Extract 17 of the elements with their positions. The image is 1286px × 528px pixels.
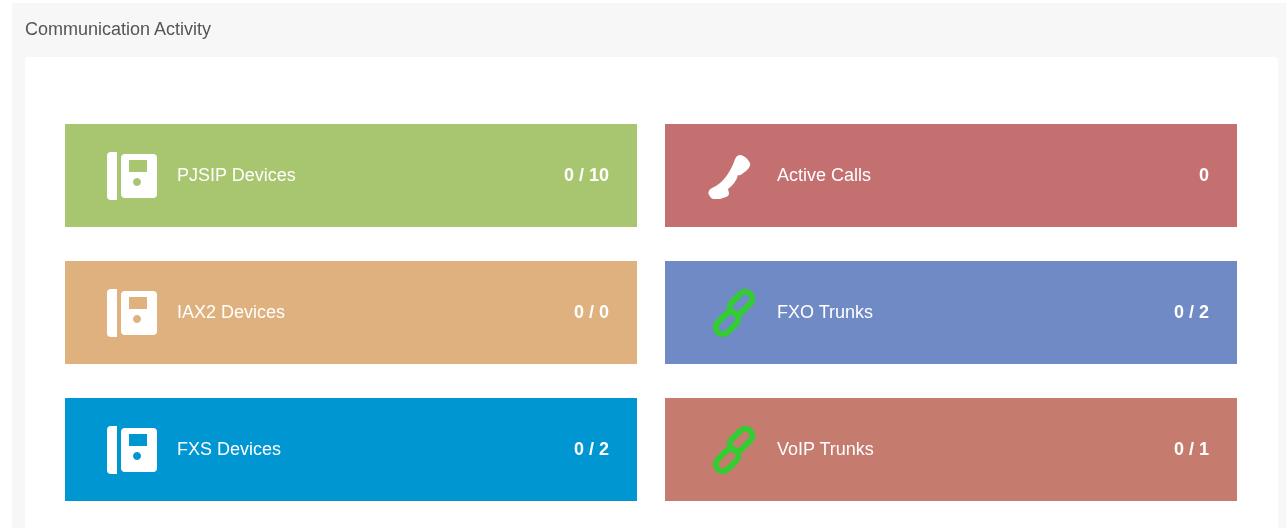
tile-count: 0 / 10 <box>563 165 609 186</box>
tile-count: 0 / 2 <box>573 439 609 460</box>
desk-phone-icon <box>107 149 157 202</box>
tile-count: 0 <box>1199 165 1209 186</box>
tile-count: 0 / 2 <box>1173 302 1209 323</box>
tile-label: FXS Devices <box>177 439 283 460</box>
tile-label: Active Calls <box>777 165 873 186</box>
tile-label: VoIP Trunks <box>777 439 875 460</box>
desk-phone-icon <box>107 286 157 339</box>
tile-count: 0 / 0 <box>573 302 609 323</box>
tile-label: IAX2 Devices <box>177 302 287 323</box>
panel-title: Communication Activity <box>25 19 213 41</box>
desk-phone-icon <box>107 423 157 476</box>
tile-label: FXO Trunks <box>777 302 875 323</box>
tile-label: PJSIP Devices <box>177 165 297 186</box>
tile-count: 0 / 1 <box>1173 439 1209 460</box>
phone-handset-icon <box>707 152 753 199</box>
